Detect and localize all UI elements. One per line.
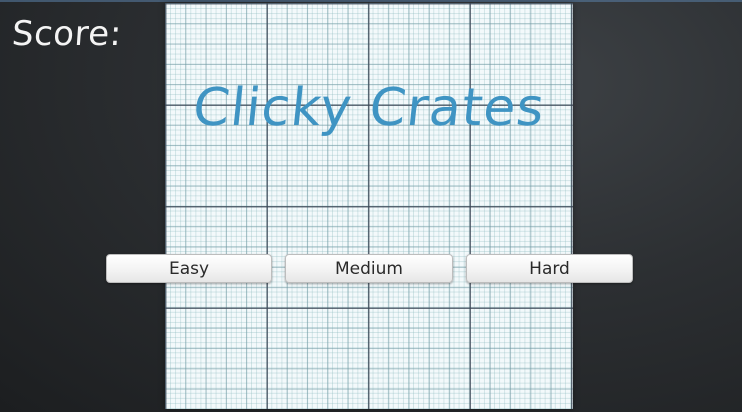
graph-paper-board — [165, 3, 573, 409]
hard-button[interactable]: Hard — [466, 254, 633, 283]
easy-button[interactable]: Easy — [106, 254, 272, 283]
game-title: Clicky Crates — [190, 78, 548, 138]
top-edge-line — [0, 0, 742, 2]
score-label: Score: — [10, 14, 124, 54]
medium-button[interactable]: Medium — [285, 254, 453, 283]
